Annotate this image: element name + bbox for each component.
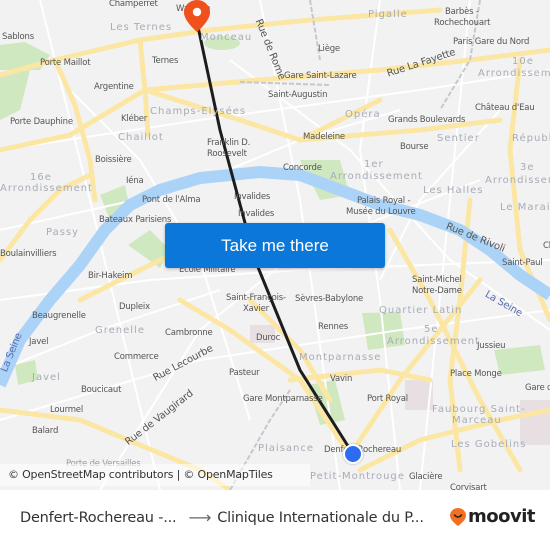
district-label: Arrondissement: [478, 68, 550, 79]
district-label: Les Halles: [423, 185, 484, 196]
station-label: Gare Saint-Lazare: [284, 71, 357, 81]
station-label: Ch: [543, 241, 550, 251]
station-label: Port Royal: [367, 394, 408, 404]
district-label: Petit-Montrouge: [310, 471, 405, 482]
station-label: Boucicaut: [81, 385, 122, 395]
district-label: Sentier: [437, 133, 480, 144]
station-label: Gare Montparnasse: [243, 394, 323, 404]
station-label: Rennes: [318, 322, 348, 332]
station-label: Sablons: [2, 32, 34, 42]
origin-name: Denfert-Rochereau -...: [20, 509, 177, 526]
station-label: Bir-Hakeim: [88, 271, 133, 281]
district-label: Pigalle: [368, 9, 408, 20]
station-label: Dupleix: [119, 302, 150, 312]
moovit-wordmark: moovit: [468, 506, 536, 527]
station-label: Rochechouart: [434, 18, 491, 28]
map-attribution[interactable]: © OpenStreetMap contributors | © OpenMap…: [8, 468, 273, 481]
station-label: Duroc: [256, 333, 281, 343]
destination-name: Clinique Internationale du P...: [217, 509, 424, 526]
take-me-there-button[interactable]: Take me there: [165, 223, 385, 268]
station-label: Saint-François-: [226, 293, 286, 303]
district-label: Marceau: [452, 415, 502, 426]
district-label: Grenelle: [95, 325, 145, 336]
district-label: Javel: [32, 372, 61, 383]
station-label: Grands Boulevards: [388, 115, 466, 125]
station-label: Concorde: [283, 163, 322, 173]
moovit-pin-icon: [450, 507, 466, 526]
station-label: Saint-Michel: [412, 275, 462, 285]
station-label: Liège: [318, 44, 340, 54]
station-label: Musée du Louvre: [346, 207, 416, 217]
district-label: Faubourg Saint-: [432, 404, 526, 415]
station-label: Paris Gare du Nord: [453, 37, 530, 47]
district-label: Montparnasse: [299, 352, 382, 363]
station-label: Porte Maillot: [40, 58, 91, 68]
district-label: Chaillot: [118, 132, 164, 143]
station-label: Cambronne: [165, 328, 213, 338]
district-label: 16e: [30, 172, 52, 183]
district-label: Arrondissement: [0, 183, 93, 194]
district-label: 1er: [364, 159, 384, 170]
station-label: Bourse: [400, 142, 429, 152]
station-label: Pont de l'Alma: [142, 195, 201, 205]
station-label: Champerret: [109, 0, 158, 9]
station-label: Gare d: [525, 383, 550, 393]
district-label: Opéra: [345, 109, 381, 120]
station-label: Madeleine: [303, 132, 345, 142]
origin-location-dot[interactable]: [343, 444, 363, 464]
station-label: Jussieu: [477, 341, 506, 351]
district-label: Les Ternes: [110, 22, 173, 33]
station-label: Beaugrenelle: [32, 311, 86, 321]
station-label: Barbès -: [445, 7, 479, 17]
station-label: Bateaux Parisiens: [99, 215, 172, 225]
district-label: 3e: [520, 162, 535, 173]
station-label: Invalides: [238, 209, 275, 219]
district-label: Champs-Elysées: [150, 106, 247, 117]
district-label: Arrondissement: [330, 171, 423, 182]
station-label: Boissière: [95, 155, 132, 165]
station-label: Franklin D.: [207, 138, 251, 148]
district-label: Quartier Latin: [379, 305, 463, 316]
route-summary: Denfert-Rochereau -... ⟶ Clinique Intern…: [20, 508, 424, 527]
district-label: Arrondissement: [387, 336, 480, 347]
station-label: Ternes: [152, 56, 179, 66]
park-champ-de-mars: [128, 230, 170, 268]
station-label: Balard: [32, 426, 59, 436]
station-label: Iéna: [126, 176, 144, 186]
map[interactable]: Les Ternes Monceau Pigalle 10e Arrondiss…: [0, 0, 550, 490]
station-label: Roosevelt: [207, 149, 247, 159]
station-label: Saint-Paul: [502, 258, 543, 268]
park-west: [0, 70, 30, 120]
station-label: Commerce: [114, 352, 159, 362]
station-label: Boulainvilliers: [0, 249, 57, 259]
station-label: Notre-Dame: [412, 286, 462, 296]
arrow-right-icon: ⟶: [188, 508, 212, 527]
station-label: Porte Dauphine: [10, 117, 73, 127]
station-label: Glacière: [409, 472, 443, 482]
station-label: Invalides: [234, 192, 271, 202]
district-label: Passy: [46, 227, 80, 238]
district-label: 5e: [424, 324, 439, 335]
station-label: Sèvres-Babylone: [295, 294, 364, 304]
station-label: Saint-Augustin: [268, 90, 328, 100]
station-label: Lourmel: [50, 405, 83, 415]
station-label: Pasteur: [229, 368, 260, 378]
district-label: Le Marais: [500, 202, 550, 213]
moovit-logo[interactable]: moovit: [450, 506, 536, 527]
district-label: Monceau: [200, 32, 253, 43]
station-label: Argentine: [94, 82, 134, 92]
station-label: Kléber: [121, 114, 148, 124]
district-label: Arrondissement: [485, 175, 550, 186]
station-label: Palais Royal -: [357, 196, 411, 206]
station-label: Vavin: [330, 374, 353, 384]
district-label: Plaisance: [258, 443, 315, 454]
station-label: Château d'Eau: [475, 103, 535, 113]
district-label: Les Gobelins: [451, 439, 527, 450]
district-label: Républ: [512, 133, 550, 144]
destination-pin-icon[interactable]: [184, 0, 210, 32]
station-label: Javel: [29, 337, 49, 347]
station-label: Xavier: [243, 304, 269, 314]
station-label: Place Monge: [450, 369, 502, 379]
district-label: 10e: [512, 56, 534, 67]
